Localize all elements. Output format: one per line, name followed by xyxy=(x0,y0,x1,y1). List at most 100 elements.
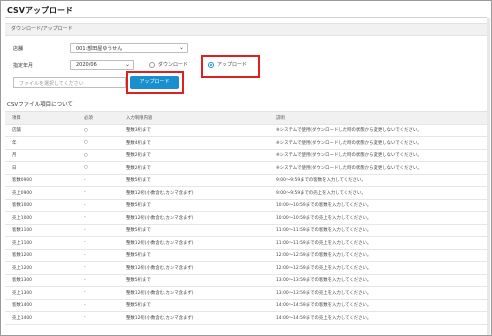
store-select[interactable]: 001:部田屋ゆうせん ⌄ xyxy=(70,43,188,53)
table-row: 日 ○ 整数2桁まで ※システムで使用(ダウンロードした時の状態から変更しないでくださ… xyxy=(5,161,487,175)
cell-item: 客数0900 xyxy=(5,174,77,187)
cell-required: - xyxy=(77,236,119,250)
store-label: 店舗 xyxy=(13,46,24,52)
cell-required: - xyxy=(77,249,119,262)
cell-restriction: 整数12桁(小数含む,カンマ含まず) xyxy=(119,211,269,225)
cell-item: 売上1300 xyxy=(5,286,77,300)
cell-description: 9:00〜9:59までの客数を入力してください。 xyxy=(269,174,487,187)
cell-required: - xyxy=(77,311,119,325)
radio-download-circle xyxy=(149,61,155,68)
cell-restriction: 整数5桁まで xyxy=(119,199,269,212)
section-header: ダウンロード/アップロード xyxy=(5,23,487,36)
file-input[interactable]: ファイルを選択してください xyxy=(13,77,126,88)
cell-required: - xyxy=(77,186,119,200)
scrollbar[interactable] xyxy=(487,18,490,335)
cell-item: 客数1100 xyxy=(5,224,77,237)
csv-info-title: CSVファイル項目について xyxy=(7,102,73,108)
table-row: 月 ○ 整数2桁まで ※システムで使用(ダウンロードした時の状態から変更しないでくださ… xyxy=(5,149,487,162)
cell-description: 11:00〜11:59までの売上を入力してください。 xyxy=(269,236,487,250)
table-row: 客数1300- 整数5桁まで 13:00〜13:59までの客数を入力してください。 xyxy=(5,274,487,287)
table-row: 客数0900- 整数5桁まで 9:00〜9:59までの客数を入力してください。 xyxy=(5,174,487,187)
table-header-row: 項目 必須 入力制限内容 説明 xyxy=(5,111,487,125)
upload-button[interactable]: アップロード xyxy=(130,76,179,89)
cell-required: - xyxy=(77,261,119,275)
table-row: 売上1300- 整数12桁(小数含む,カンマ含まず) 13:00〜13:59までの売… xyxy=(5,286,487,300)
cell-required: ○ xyxy=(77,136,119,150)
cell-item: 店舗 xyxy=(5,124,77,137)
cell-item: 客数1300 xyxy=(5,274,77,287)
cell-description: 9:00〜9:59までの売上を入力してください。 xyxy=(269,186,487,200)
table-row: 売上0900- 整数12桁(小数含む,カンマ含まず) 9:00〜9:59までの売上を… xyxy=(5,186,487,200)
radio-upload[interactable]: アップロード xyxy=(208,61,247,68)
cell-description: ※システムで使用(ダウンロードした時の状態から変更しないでください。 xyxy=(269,161,487,175)
cell-restriction: 整数5桁まで xyxy=(119,274,269,287)
cell-restriction: 整数2桁まで xyxy=(119,149,269,162)
radio-upload-label: アップロード xyxy=(217,62,248,68)
cell-restriction: 整数12桁(小数含む,カンマ含まず) xyxy=(119,236,269,250)
table-row: 売上1000- 整数12桁(小数含む,カンマ含まず) 10:00〜10:59までの売… xyxy=(5,211,487,225)
chevron-down-icon: ⌄ xyxy=(124,61,130,68)
cell-item: 売上1000 xyxy=(5,211,77,225)
section-title: ダウンロード/アップロード xyxy=(11,26,73,32)
csv-upload-window: CSVアップロード ダウンロード/アップロード 店舗 001:部田屋ゆうせん ⌄… xyxy=(0,0,492,336)
cell-item: 月 xyxy=(5,149,77,162)
cell-restriction: 整数12桁(小数含む,カンマ含まず) xyxy=(119,261,269,275)
cell-description: 10:00〜10:59までの売上を入力してください。 xyxy=(269,211,487,225)
cell-item: 売上1200 xyxy=(5,261,77,275)
cell-restriction: 整数5桁まで xyxy=(119,224,269,237)
cell-description: 14:00〜14:59までの客数を入力してください。 xyxy=(269,299,487,312)
store-select-value: 001:部田屋ゆうせん xyxy=(76,46,123,52)
table-row: 店舗 ○ 整数3桁まで ※システムで使用(ダウンロードした時の状態から変更しないでくだ… xyxy=(5,124,487,137)
table-row: 客数1100- 整数5桁まで 11:00〜11:59までの客数を入力してください。 xyxy=(5,224,487,237)
cell-restriction: 整数12桁(小数含む,カンマ含まず) xyxy=(119,311,269,325)
cell-restriction: 整数5桁まで xyxy=(119,249,269,262)
month-select[interactable]: 2020/06 ⌄ xyxy=(70,60,134,70)
page-title: CSVアップロード xyxy=(7,6,73,15)
cell-required: - xyxy=(77,174,119,187)
cell-required: - xyxy=(77,299,119,312)
cell-description: 11:00〜11:59までの客数を入力してください。 xyxy=(269,224,487,237)
table-row: 客数1400- 整数5桁まで 14:00〜14:59までの客数を入力してください。 xyxy=(5,299,487,312)
column-header-restriction: 入力制限内容 xyxy=(119,111,269,125)
cell-required: - xyxy=(77,286,119,300)
cell-item: 売上1400 xyxy=(5,311,77,325)
radio-download[interactable]: ダウンロード xyxy=(149,61,188,68)
table-row: 売上1400- 整数12桁(小数含む,カンマ含まず) 14:00〜14:59までの売… xyxy=(5,311,487,325)
cell-required: ○ xyxy=(77,124,119,137)
table-row: 年 ○ 整数4桁まで ※システムで使用(ダウンロードした時の状態から変更しないでくださ… xyxy=(5,136,487,150)
table-row: 売上1200- 整数12桁(小数含む,カンマ含まず) 12:00〜12:59までの売… xyxy=(5,261,487,275)
cell-item: 客数1200 xyxy=(5,249,77,262)
csv-info-table: 項目 必須 入力制限内容 説明 店舗 ○ 整数3桁まで ※システムで使用(ダウンロード… xyxy=(5,111,487,325)
column-header-required: 必須 xyxy=(77,111,119,125)
cell-required: - xyxy=(77,274,119,287)
cell-required: - xyxy=(77,199,119,212)
cell-restriction: 整数2桁まで xyxy=(119,161,269,175)
month-label: 指定年月 xyxy=(13,63,34,69)
table-row: 客数1000- 整数5桁まで 10:00〜10:59までの客数を入力してください。 xyxy=(5,199,487,212)
title-divider xyxy=(5,17,487,18)
table-row: 売上1100- 整数12桁(小数含む,カンマ含まず) 11:00〜11:59までの売… xyxy=(5,236,487,250)
cell-item: 売上0900 xyxy=(5,186,77,200)
cell-item: 日 xyxy=(5,161,77,175)
cell-description: 12:00〜12:59までの売上を入力してください。 xyxy=(269,261,487,275)
cell-item: 売上1100 xyxy=(5,236,77,250)
cell-description: 12:00〜12:59までの客数を入力してください。 xyxy=(269,249,487,262)
column-header-item: 項目 xyxy=(5,111,77,125)
month-select-value: 2020/06 xyxy=(76,62,97,68)
cell-required: - xyxy=(77,224,119,237)
table-row: 客数1200- 整数5桁まで 12:00〜12:59までの客数を入力してください。 xyxy=(5,249,487,262)
cell-description: ※システムで使用(ダウンロードした時の状態から変更しないでください。 xyxy=(269,136,487,150)
cell-description: 13:00〜13:59までの売上を入力してください。 xyxy=(269,286,487,300)
cell-required: - xyxy=(77,211,119,225)
cell-restriction: 整数3桁まで xyxy=(119,124,269,137)
cell-restriction: 整数5桁まで xyxy=(119,299,269,312)
cell-description: 13:00〜13:59までの客数を入力してください。 xyxy=(269,274,487,287)
file-input-placeholder: ファイルを選択してください xyxy=(19,81,84,87)
cell-description: 14:00〜14:59までの売上を入力してください。 xyxy=(269,311,487,325)
cell-restriction: 整数4桁まで xyxy=(119,136,269,150)
cell-required: ○ xyxy=(77,161,119,175)
radio-upload-circle xyxy=(208,61,214,68)
cell-description: ※システムで使用(ダウンロードした時の状態から変更しないでください。 xyxy=(269,149,487,162)
cell-item: 年 xyxy=(5,136,77,150)
chevron-down-icon: ⌄ xyxy=(178,44,184,51)
